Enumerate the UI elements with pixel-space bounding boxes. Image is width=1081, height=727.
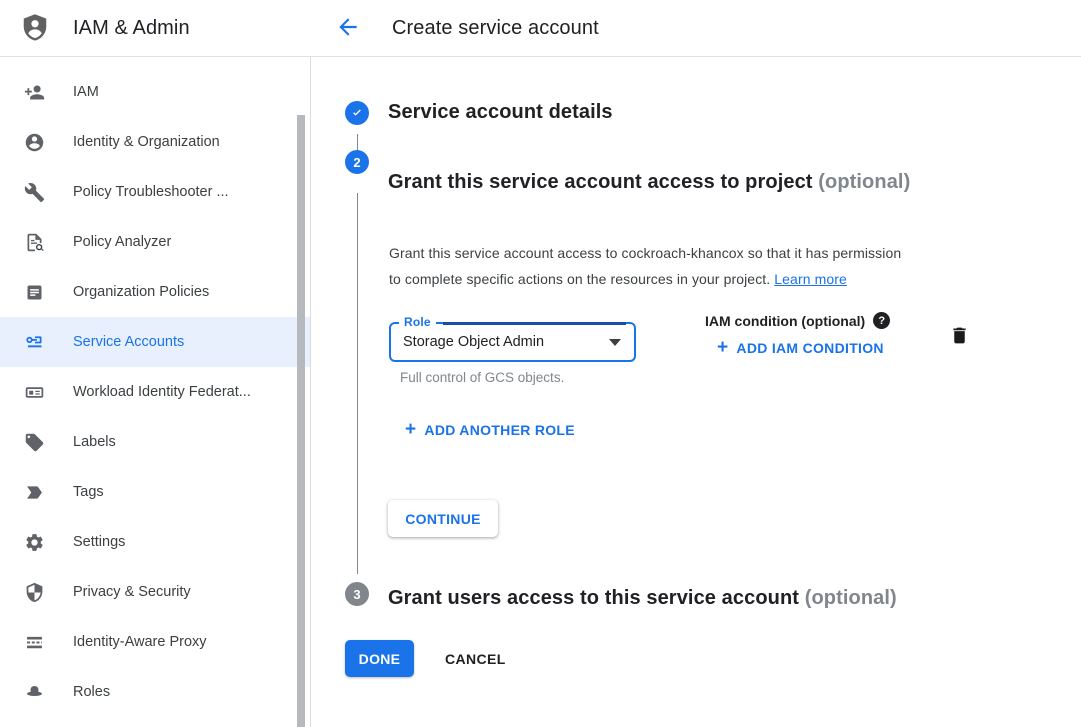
add-iam-condition-label: ADD IAM CONDITION [736, 340, 883, 356]
sidebar-item-policy-analyzer[interactable]: Policy Analyzer [0, 217, 310, 267]
done-button[interactable]: DONE [345, 640, 414, 677]
sidebar-item-iam[interactable]: IAM [0, 67, 310, 117]
step1-complete-check-icon [345, 101, 369, 125]
sidebar-item-label: Identity-Aware Proxy [73, 634, 207, 650]
step3-number: 3 [353, 587, 360, 602]
sidebar-item-label: Policy Analyzer [73, 234, 171, 250]
description-line2: to complete specific actions on the reso… [389, 271, 770, 287]
step-connector-line [357, 193, 359, 574]
step3-title: Grant users access to this service accou… [388, 581, 1068, 615]
sidebar-item-tags[interactable]: Tags [0, 467, 310, 517]
sidebar-item-labels[interactable]: Labels [0, 417, 310, 467]
label-tag-icon [24, 432, 45, 453]
sidebar-item-label: IAM [73, 84, 99, 100]
hat-icon [24, 682, 45, 703]
sidebar-item-label: Organization Policies [73, 284, 209, 300]
back-arrow-icon [335, 28, 361, 43]
learn-more-link[interactable]: Learn more [774, 271, 847, 287]
step2-optional-label: (optional) [818, 171, 910, 193]
sidebar-item-label: Tags [73, 484, 104, 500]
help-glyph: ? [878, 315, 885, 327]
iam-admin-shield-logo-icon [20, 13, 50, 43]
sidebar-item-settings[interactable]: Settings [0, 517, 310, 567]
sidebar-item-identity-organization[interactable]: Identity & Organization [0, 117, 310, 167]
sidebar-item-label: Service Accounts [73, 334, 184, 350]
sidebar-nav: IAM Identity & Organization Policy Trouble… [0, 57, 311, 727]
cancel-button[interactable]: CANCEL [429, 640, 522, 677]
step3-title-text: Grant users access to this service accou… [388, 587, 799, 609]
gear-icon [24, 532, 45, 553]
sidebar-item-organization-policies[interactable]: Organization Policies [0, 267, 310, 317]
document-lines-icon [24, 282, 45, 303]
sidebar-item-list: IAM Identity & Organization Policy Trouble… [0, 67, 310, 717]
help-icon[interactable]: ? [873, 312, 890, 329]
dropdown-caret-icon [609, 339, 621, 346]
person-add-icon [24, 82, 45, 103]
sidebar-item-privacy-security[interactable]: Privacy & Security [0, 567, 310, 617]
iam-condition-label: IAM condition (optional) ? [705, 312, 890, 329]
sidebar-item-label: Workload Identity Federat... [73, 384, 251, 400]
sidebar-item-policy-troubleshooter[interactable]: Policy Troubleshooter ... [0, 167, 310, 217]
sidebar-scrollbar[interactable] [297, 115, 305, 727]
back-arrow-button[interactable] [334, 14, 362, 42]
plus-icon: + [717, 340, 728, 356]
step2-description: Grant this service account access to coc… [389, 241, 995, 292]
shield-half-icon [24, 582, 45, 603]
role-helper-text: Full control of GCS objects. [400, 370, 564, 385]
iam-condition-label-text: IAM condition (optional) [705, 313, 865, 329]
product-title: IAM & Admin [73, 0, 190, 56]
trash-icon [949, 334, 970, 349]
step3-optional-label: (optional) [805, 587, 897, 609]
sidebar-item-roles[interactable]: Roles [0, 667, 310, 717]
sidebar-item-label: Settings [73, 534, 125, 550]
app-window: IAM & Admin Create service account IAM Id… [0, 0, 1081, 727]
add-another-role-label: ADD ANOTHER ROLE [424, 422, 575, 438]
sidebar-item-label: Roles [73, 684, 110, 700]
step2-title: Grant this service account access to pro… [388, 165, 988, 199]
wrench-icon [24, 182, 45, 203]
sidebar-item-label: Labels [73, 434, 116, 450]
plus-icon: + [405, 422, 416, 438]
continue-button[interactable]: CONTINUE [388, 500, 498, 537]
sidebar-item-label: Identity & Organization [73, 134, 220, 150]
policy-analyzer-icon [24, 232, 45, 253]
step2-title-text: Grant this service account access to pro… [388, 171, 813, 193]
tag-arrow-icon [24, 482, 45, 503]
page-title: Create service account [392, 0, 599, 56]
role-select[interactable]: Role Storage Object Admin [389, 322, 636, 362]
add-iam-condition-button[interactable]: + ADD IAM CONDITION [717, 340, 884, 356]
badge-card-icon [24, 382, 45, 403]
sidebar-item-identity-aware-proxy[interactable]: Identity-Aware Proxy [0, 617, 310, 667]
account-circle-icon [24, 132, 45, 153]
sidebar-item-label: Policy Troubleshooter ... [73, 184, 229, 200]
step3-number-badge: 3 [345, 582, 369, 606]
description-line1: Grant this service account access to coc… [389, 245, 901, 261]
step2-number: 2 [353, 155, 360, 170]
delete-role-button[interactable] [947, 325, 971, 349]
step2-number-badge: 2 [345, 150, 369, 174]
sidebar-item-workload-identity-federat[interactable]: Workload Identity Federat... [0, 367, 310, 417]
proxy-road-icon [24, 632, 45, 653]
sidebar-item-label: Privacy & Security [73, 584, 191, 600]
add-another-role-button[interactable]: + ADD ANOTHER ROLE [405, 422, 575, 438]
service-account-key-icon [24, 332, 45, 353]
sidebar-item-service-accounts[interactable]: Service Accounts [0, 317, 310, 367]
app-header: IAM & Admin Create service account [0, 0, 1081, 57]
role-selected-value: Storage Object Admin [403, 324, 544, 360]
step1-title: Service account details [388, 101, 613, 124]
main-content: Service account details 2 Grant this ser… [311, 57, 1081, 727]
step-connector-line [357, 134, 359, 151]
